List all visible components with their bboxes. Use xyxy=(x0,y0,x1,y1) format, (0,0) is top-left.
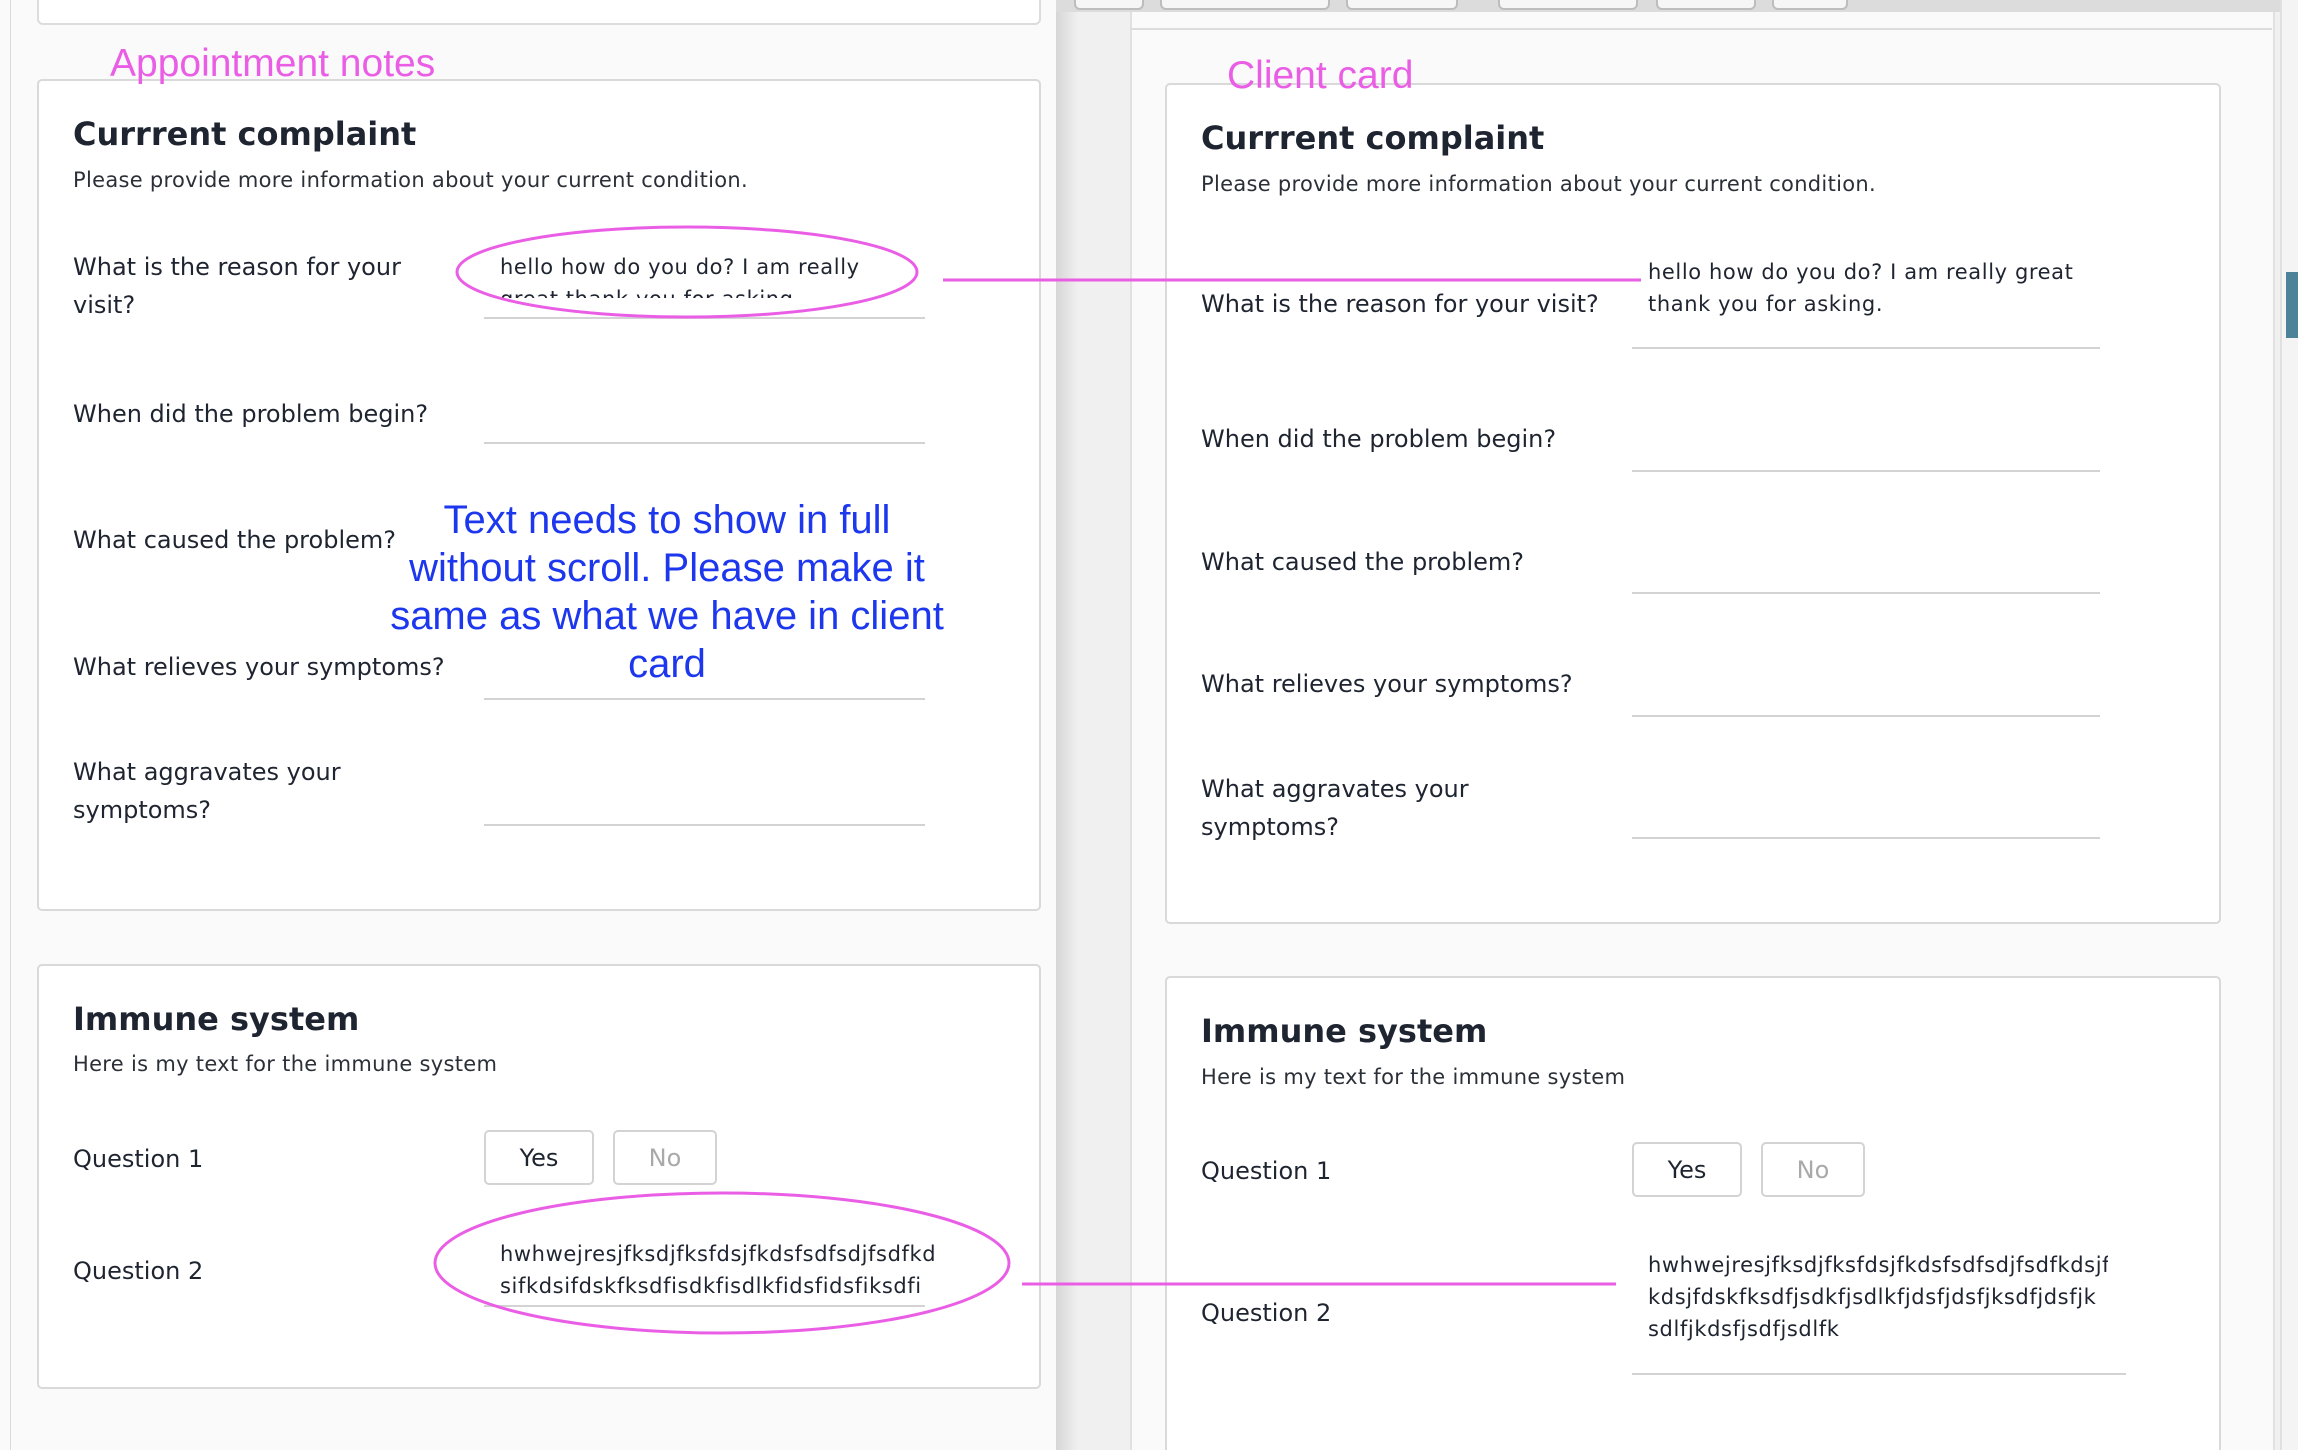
yes-button[interactable]: Yes xyxy=(1632,1142,1742,1197)
scrollbar-accent xyxy=(2286,272,2298,338)
question-label-2: Question 2 xyxy=(1201,1299,1332,1327)
card-subtitle: Here is my text for the immune system xyxy=(1201,1065,1626,1089)
question-label-caused: What caused the problem? xyxy=(1201,548,1524,576)
question-2-field-underline xyxy=(484,1305,925,1307)
relieves-field-underline[interactable] xyxy=(1632,715,2100,717)
toolbar-strip xyxy=(1056,0,2298,12)
card-title: Currrent complaint xyxy=(1201,119,1545,157)
question-label-1: Question 1 xyxy=(1201,1157,1332,1185)
card-subtitle: Please provide more information about yo… xyxy=(73,168,748,192)
card-title: Immune system xyxy=(1201,1012,1488,1050)
divider xyxy=(1130,28,2272,30)
toolbar-button[interactable] xyxy=(1160,0,1330,10)
current-complaint-card: Currrent complaint Please provide more i… xyxy=(37,79,1041,911)
immune-system-card: Immune system Here is my text for the im… xyxy=(37,964,1041,1389)
question-2-answer-field[interactable]: hwhwejresjfksdjfksfdsjfkdsfsdfsdjfsdfkds… xyxy=(1648,1249,2108,1349)
client-card-pane: Currrent complaint Please provide more i… xyxy=(1056,0,2298,1450)
question-label-relieves: What relieves your symptoms? xyxy=(1201,670,1573,698)
question-2-field-underline xyxy=(1632,1373,2126,1375)
problem-begin-field-underline[interactable] xyxy=(1632,470,2100,472)
problem-begin-field-underline[interactable] xyxy=(484,442,925,444)
question-2-answer-field[interactable]: hwhwejresjfksdjfksfdsjfkdsfsdfsdjfsdfkd … xyxy=(500,1238,960,1302)
reason-field-underline xyxy=(1632,347,2100,349)
relieves-field-underline[interactable] xyxy=(484,698,925,700)
question-label-problem-begin: When did the problem begin? xyxy=(1201,425,1557,453)
reason-field-underline xyxy=(484,317,925,319)
question-label-problem-begin: When did the problem begin? xyxy=(73,400,429,428)
question-label-reason: What is the reason for your visit? xyxy=(73,253,401,319)
question-label-aggravates: What aggravates your symptoms? xyxy=(1201,775,1469,841)
card-title: Currrent complaint xyxy=(73,115,417,153)
caused-field-underline[interactable] xyxy=(1632,592,2100,594)
toolbar-button[interactable] xyxy=(1346,0,1458,10)
scrollbar[interactable] xyxy=(2280,0,2298,1450)
card-subtitle: Please provide more information about yo… xyxy=(1201,172,1876,196)
appointment-notes-caption: Appointment notes xyxy=(110,42,436,85)
toolbar-button[interactable] xyxy=(1656,0,1756,10)
question-label-reason: What is the reason for your visit? xyxy=(1201,290,1599,318)
immune-system-card: Immune system Here is my text for the im… xyxy=(1165,976,2221,1450)
question-label-aggravates: What aggravates your symptoms? xyxy=(73,758,341,824)
pane-edge-line xyxy=(10,0,11,1450)
aggravates-field-underline[interactable] xyxy=(1632,837,2100,839)
no-button[interactable]: No xyxy=(613,1130,717,1185)
yes-button[interactable]: Yes xyxy=(484,1130,594,1185)
aggravates-field-underline[interactable] xyxy=(484,824,925,826)
reason-answer-field[interactable]: hello how do you do? I am really great t… xyxy=(500,251,900,298)
no-button[interactable]: No xyxy=(1761,1142,1865,1197)
appointment-notes-pane: Currrent complaint Please provide more i… xyxy=(0,0,1056,1450)
toolbar-button[interactable] xyxy=(1074,0,1144,10)
card-subtitle: Here is my text for the immune system xyxy=(73,1052,498,1076)
card-title: Immune system xyxy=(73,1000,360,1038)
question-label-1: Question 1 xyxy=(73,1145,204,1173)
reason-answer-field[interactable]: hello how do you do? I am really great t… xyxy=(1648,256,2088,322)
toolbar-button[interactable] xyxy=(1498,0,1638,10)
client-card-caption: Client card xyxy=(1227,54,1414,97)
pane-shadow xyxy=(1056,0,1078,1450)
toolbar-button[interactable] xyxy=(1772,0,1848,10)
review-note: Text needs to show in full without scrol… xyxy=(390,498,944,686)
current-complaint-card: Currrent complaint Please provide more i… xyxy=(1165,83,2221,924)
previous-card-edge xyxy=(37,0,1041,25)
question-label-2: Question 2 xyxy=(73,1257,204,1285)
